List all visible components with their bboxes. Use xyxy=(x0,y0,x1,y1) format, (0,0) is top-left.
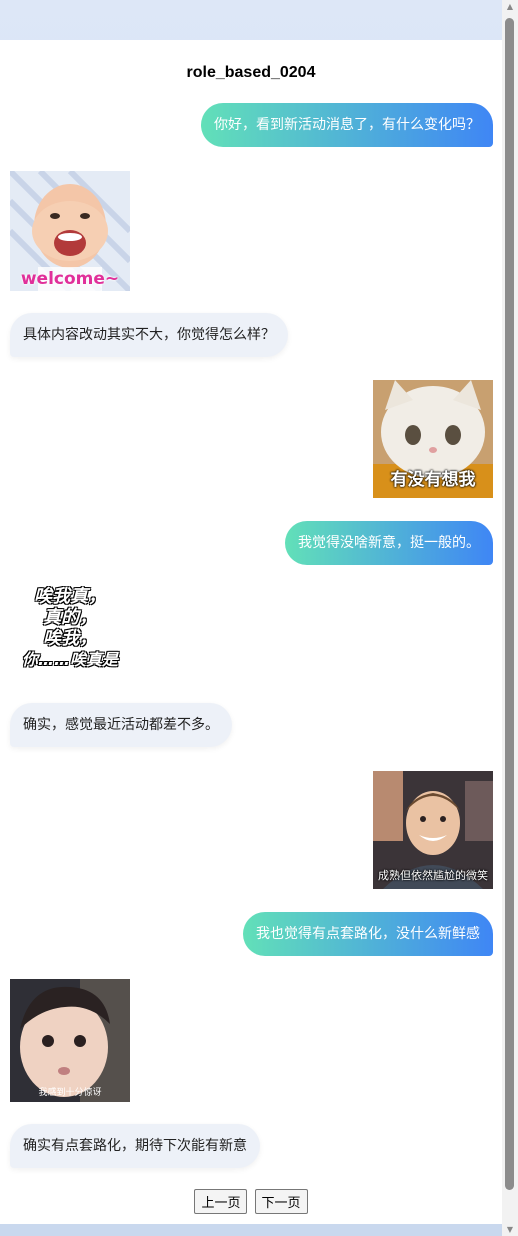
sticker-text-line: 真的， xyxy=(43,607,97,628)
sticker-caption: 有没有想我 xyxy=(390,470,476,490)
smiling-boy-sticker: 成熟但依然尴尬的微笑 xyxy=(373,771,493,889)
sticker-text-line: 唉我真， xyxy=(34,586,106,607)
white-cat-sticker: 有没有想我 xyxy=(373,380,493,498)
scroll-up-icon[interactable]: ▲ xyxy=(505,2,515,11)
next-page-button[interactable]: 下一页 xyxy=(254,1189,308,1214)
message-bubble-received: 确实，感觉最近活动都差不多。 xyxy=(10,703,232,747)
message-bubble-sent: 我觉得没啥新意，挺一般的。 xyxy=(285,521,493,565)
scrollbar-thumb[interactable] xyxy=(505,18,514,1190)
prev-page-button[interactable]: 上一页 xyxy=(194,1189,248,1214)
message-bubble-sent: 我也觉得有点套路化，没什么新鲜感 xyxy=(243,912,493,956)
message-bubble-received: 具体内容改动其实不大，你觉得怎么样？ xyxy=(10,313,288,357)
sticker-text-line: 你……唉真是 xyxy=(21,650,118,669)
sticker-text-line: 唉我， xyxy=(43,628,97,649)
pagination: 上一页 下一页 xyxy=(0,1189,502,1214)
scroll-down-icon[interactable]: ▼ xyxy=(505,1225,515,1234)
sticker-caption: 我感到十分惊讶 xyxy=(38,1088,102,1098)
surprised-toddler-sticker: 我感到十分惊讶 xyxy=(10,979,130,1102)
chat-page: role_based_0204 你好，看到新活动消息了，有什么变化吗？ welc… xyxy=(0,40,502,1224)
laughing-baby-sticker: welcome~ xyxy=(10,171,130,291)
message-bubble-sent: 你好，看到新活动消息了，有什么变化吗？ xyxy=(201,103,493,147)
sticker-caption: welcome~ xyxy=(20,269,120,289)
text-sticker: 唉我真， 真的， 唉我， 你……唉真是 xyxy=(10,586,130,686)
scrollbar[interactable]: ▲ ▼ xyxy=(502,0,518,1236)
page-title: role_based_0204 xyxy=(186,64,316,81)
message-bubble-received: 确实有点套路化，期待下次能有新意 xyxy=(10,1124,260,1168)
sticker-caption: 成熟但依然尴尬的微笑 xyxy=(378,869,488,882)
